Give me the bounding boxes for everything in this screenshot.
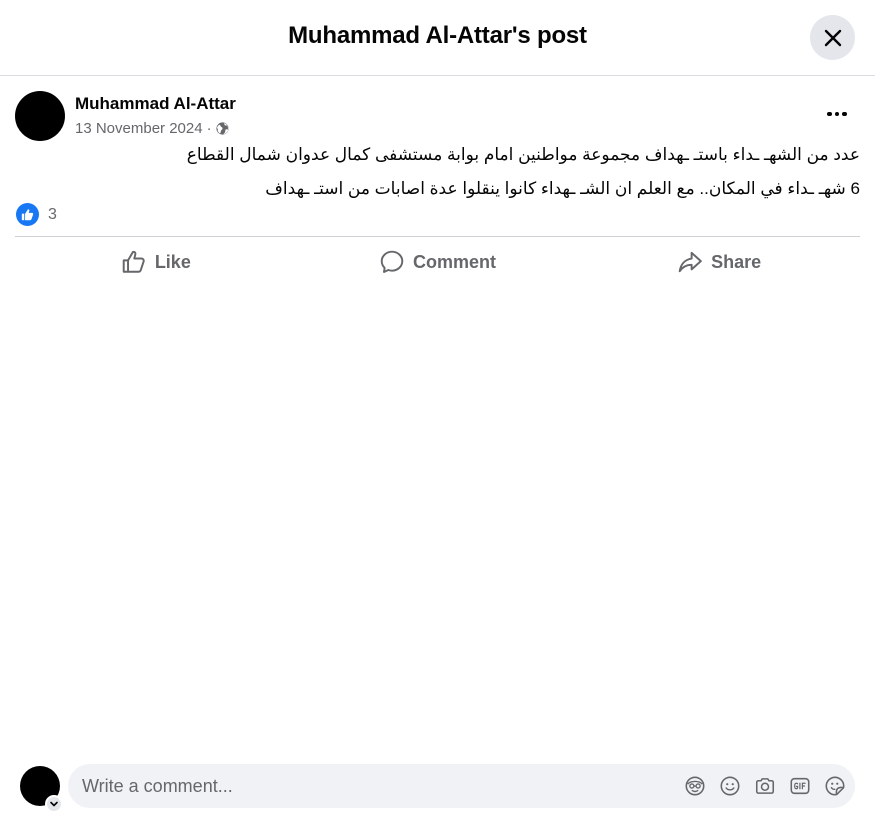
more-dot-icon [842,111,847,117]
more-dot-icon [827,111,832,117]
share-arrow-icon [678,251,702,273]
like-reaction-icon [16,203,39,226]
camera-icon[interactable] [753,774,777,798]
comment-input[interactable] [82,764,662,808]
more-dot-icon [834,111,840,117]
share-label: Share [711,251,762,272]
post-text-line: عدد من الشهـ ـداء باستـ ـهداف مجموعة موا… [186,145,860,164]
dialog-header: Muhammad Al-Attar's post [0,0,875,76]
comment-label: Comment [413,251,497,272]
sticker-icon[interactable] [823,774,847,798]
thumbs-up-icon [122,250,145,273]
comment-button[interactable]: Comment [297,240,579,284]
like-button[interactable]: Like [15,240,297,284]
reactions-summary[interactable]: 3 [16,203,57,226]
post-actions: Like Comment Share [15,240,860,284]
author-name[interactable]: Muhammad Al-Attar [75,94,236,114]
share-button[interactable]: Share [578,240,860,284]
comment-composer [0,750,875,832]
post-meta: 13 November 2024 · [75,120,229,137]
actions-divider [15,236,860,237]
more-options-button[interactable] [817,99,857,129]
emoji-icon[interactable] [718,774,742,798]
comment-bubble-icon [380,250,404,273]
dialog-title: Muhammad Al-Attar's post [288,22,587,49]
comment-box[interactable] [68,764,855,808]
avatar-sticker-icon[interactable] [683,774,707,798]
close-icon [824,29,841,46]
chevron-down-icon[interactable] [45,795,63,813]
gif-icon[interactable] [788,774,812,798]
reaction-count: 3 [48,205,57,223]
globe-icon [216,122,229,135]
post-text: عدد من الشهـ ـداء باستـ ـهداف مجموعة موا… [15,138,860,206]
comment-tools [683,774,847,798]
meta-separator: · [206,120,212,137]
post-text-line: 6 شهـ ـداء في المكان.. مع العلم ان الشـ … [265,179,860,198]
post-date[interactable]: 13 November 2024 [75,120,203,137]
close-button[interactable] [810,15,855,60]
author-avatar[interactable] [15,91,65,141]
like-label: Like [154,251,191,272]
